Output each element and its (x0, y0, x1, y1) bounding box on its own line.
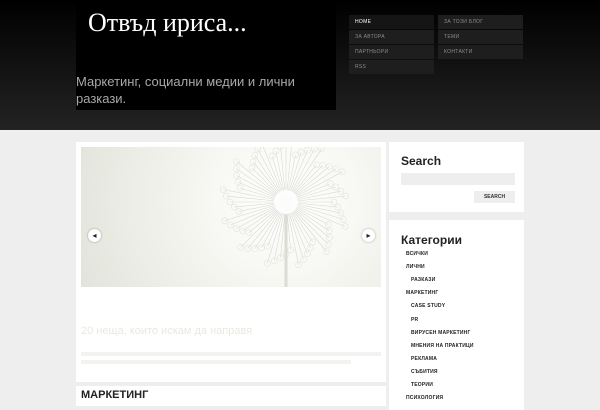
search-button[interactable]: SEARCH (474, 191, 515, 203)
category-item[interactable]: CASE STUDY (411, 303, 445, 309)
search-widget-title: Search (401, 154, 442, 168)
dandelion-image (219, 147, 350, 287)
category-item[interactable]: ЛИЧНИ (406, 264, 425, 270)
nav-item-about-blog[interactable]: ЗА ТОЗИ БЛОГ (438, 15, 523, 29)
slider-prev-arrow-icon[interactable]: ◂ (88, 229, 101, 242)
nav-item-partners[interactable]: ПАРТНЬОРИ (349, 45, 434, 59)
nav-menu-left: HOME ЗА АВТОРА ПАРТНЬОРИ RSS (349, 15, 434, 75)
category-item[interactable]: РАЗКАЗИ (411, 277, 435, 283)
main-content: ◂ ▸ 20 неща, които искам да направя (76, 142, 386, 382)
site-title[interactable]: Отвъд ириса... (88, 8, 247, 38)
category-item[interactable]: МАРКЕТИНГ (406, 290, 438, 296)
nav-item-topics[interactable]: ТЕМИ (438, 30, 523, 44)
category-item[interactable]: МНЕНИЯ НА ПРАКТИЦИ (411, 343, 474, 349)
slide-excerpt-line (81, 352, 381, 356)
search-input[interactable] (401, 173, 515, 185)
category-item[interactable]: СЪБИТИЯ (411, 369, 438, 375)
section-heading: МАРКЕТИНГ (81, 389, 149, 401)
search-widget: Search SEARCH (389, 142, 524, 212)
slider-next-arrow-icon[interactable]: ▸ (362, 229, 375, 242)
category-item[interactable]: ПСИХОЛОГИЯ (406, 395, 443, 401)
category-item[interactable]: ВИРУСЕН МАРКЕТИНГ (411, 330, 471, 336)
featured-slider[interactable]: ◂ ▸ (81, 147, 381, 287)
site-tagline: Маркетинг, социални медии и лични разказ… (76, 74, 295, 106)
brand-block: Отвъд ириса... Маркетинг, социални медии… (76, 0, 336, 110)
category-item[interactable]: ТЕОРИИ (411, 382, 433, 388)
nav-item-rss[interactable]: RSS (349, 60, 434, 74)
categories-widget-title: Категории (401, 233, 462, 247)
section-header-box: МАРКЕТИНГ (76, 386, 386, 406)
categories-widget: Категории ВСИЧКИ ЛИЧНИ РАЗКАЗИ МАРКЕТИНГ CAS… (389, 220, 524, 410)
nav-menu-right: ЗА ТОЗИ БЛОГ ТЕМИ КОНТАКТИ (438, 15, 523, 60)
nav-item-home[interactable]: HOME (349, 15, 434, 29)
nav-item-about-author[interactable]: ЗА АВТОРА (349, 30, 434, 44)
slide-excerpt-line (81, 360, 351, 364)
category-item[interactable]: ВСИЧКИ (406, 251, 428, 257)
nav-item-contacts[interactable]: КОНТАКТИ (438, 45, 523, 59)
category-item[interactable]: PR (411, 317, 418, 323)
category-item[interactable]: РЕКЛАМА (411, 356, 437, 362)
site-header: Отвъд ириса... Маркетинг, социални медии… (0, 0, 600, 130)
slide-title[interactable]: 20 неща, които искам да направя (81, 325, 252, 337)
